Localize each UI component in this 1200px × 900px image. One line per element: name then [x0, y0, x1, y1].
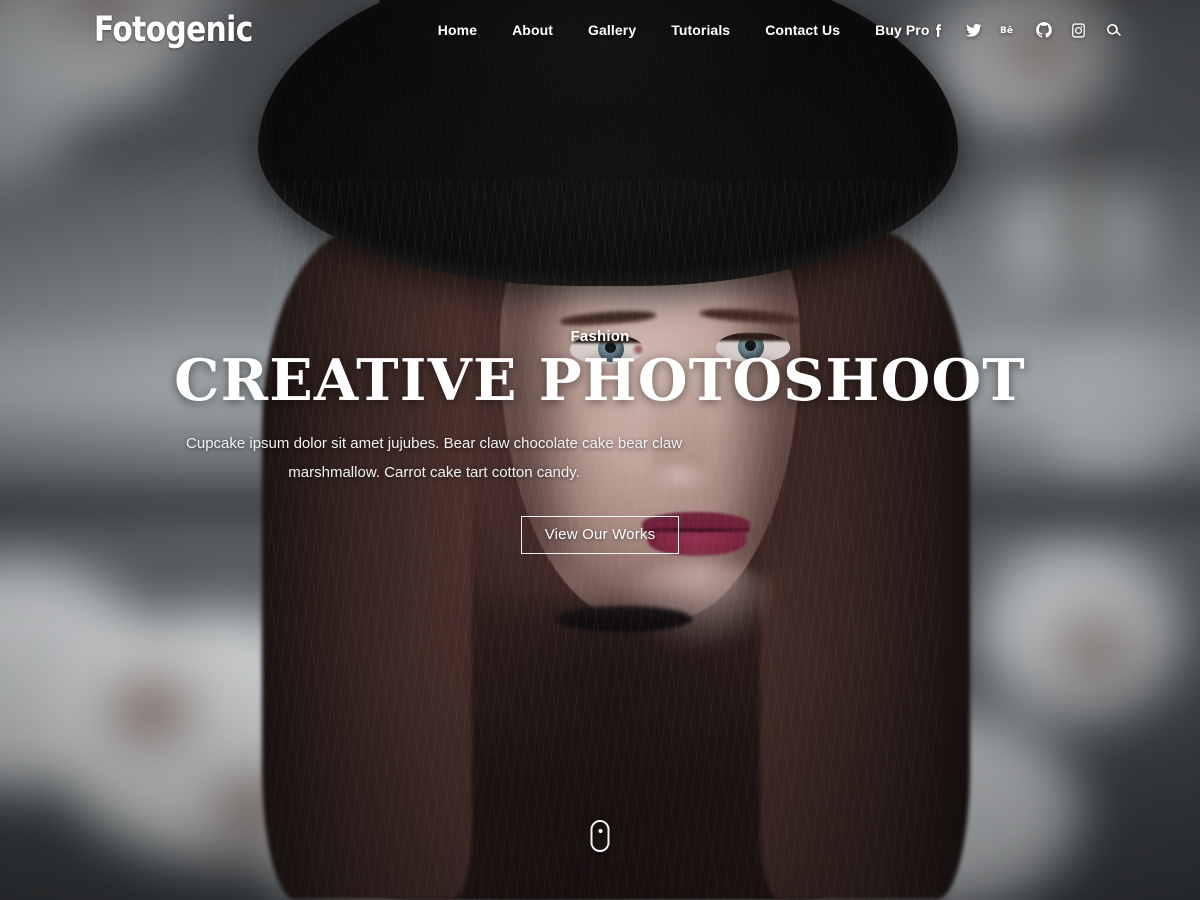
social-links: Bē — [930, 21, 1123, 39]
nav-item-gallery[interactable]: Gallery — [588, 22, 636, 38]
nav-item-buy-pro[interactable]: Buy Pro — [875, 22, 929, 38]
scroll-dot — [598, 829, 602, 833]
github-icon[interactable] — [1035, 21, 1053, 39]
nav-item-about[interactable]: About — [512, 22, 553, 38]
search-icon[interactable] — [1105, 21, 1123, 39]
behance-icon[interactable]: Bē — [1000, 21, 1018, 39]
hero-section: Fotogenic Home About Gallery Tutorials C… — [0, 0, 1200, 900]
instagram-icon[interactable] — [1070, 21, 1088, 39]
svg-text:Bē: Bē — [1000, 26, 1013, 36]
hero-description: Cupcake ipsum dolor sit amet jujubes. Be… — [186, 434, 683, 481]
nav-item-contact-us[interactable]: Contact Us — [765, 22, 840, 38]
nav-item-tutorials[interactable]: Tutorials — [671, 22, 730, 38]
scroll-down-indicator[interactable] — [590, 820, 610, 852]
view-our-works-button[interactable]: View Our Works — [521, 515, 679, 554]
twitter-icon[interactable] — [965, 21, 983, 39]
facebook-icon[interactable] — [930, 21, 948, 39]
hero-category: Fashion — [570, 328, 630, 346]
site-logo[interactable]: Fotogenic — [94, 12, 253, 48]
hero-title: CREATIVE PHOTOSHOOT — [174, 347, 1026, 415]
nav-item-home[interactable]: Home — [438, 22, 477, 38]
site-header: Fotogenic Home About Gallery Tutorials C… — [0, 0, 1200, 60]
main-navigation: Home About Gallery Tutorials Contact Us … — [438, 22, 930, 38]
